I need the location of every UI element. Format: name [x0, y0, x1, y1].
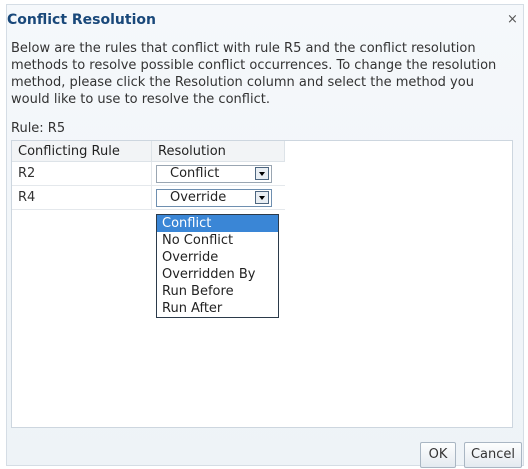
option-overridden-by[interactable]: Overridden By [157, 266, 278, 283]
option-run-after[interactable]: Run After [157, 300, 278, 317]
dropdown-arrow-icon[interactable] [255, 167, 269, 180]
resolution-select[interactable]: Override [156, 189, 272, 207]
option-no-conflict[interactable]: No Conflict [157, 232, 278, 249]
dropdown-arrow-icon[interactable] [255, 191, 269, 204]
conflicting-rule-cell: R4 [12, 186, 152, 209]
resolution-select-value: Override [170, 190, 227, 205]
conflicting-rule-cell: R2 [12, 162, 152, 185]
resolution-select[interactable]: Conflict [156, 165, 272, 183]
table-row[interactable]: R2 Conflict [12, 162, 285, 186]
table-row[interactable]: R4 Override [12, 186, 285, 210]
option-conflict[interactable]: Conflict [157, 215, 278, 232]
resolution-dropdown-list[interactable]: Conflict No Conflict Override Overridden… [156, 214, 279, 318]
resolution-select-value: Conflict [170, 166, 220, 181]
close-icon[interactable]: × [507, 12, 518, 27]
column-header-resolution[interactable]: Resolution [152, 141, 285, 162]
column-header-conflicting-rule[interactable]: Conflicting Rule [12, 141, 152, 162]
dialog-title: Conflict Resolution [7, 12, 156, 28]
option-run-before[interactable]: Run Before [157, 283, 278, 300]
option-override[interactable]: Override [157, 249, 278, 266]
dialog-description: Below are the rules that conflict with r… [11, 41, 497, 107]
cancel-button[interactable]: Cancel [464, 442, 522, 468]
rule-label: Rule: R5 [11, 121, 66, 136]
ok-button[interactable]: OK [420, 442, 456, 468]
